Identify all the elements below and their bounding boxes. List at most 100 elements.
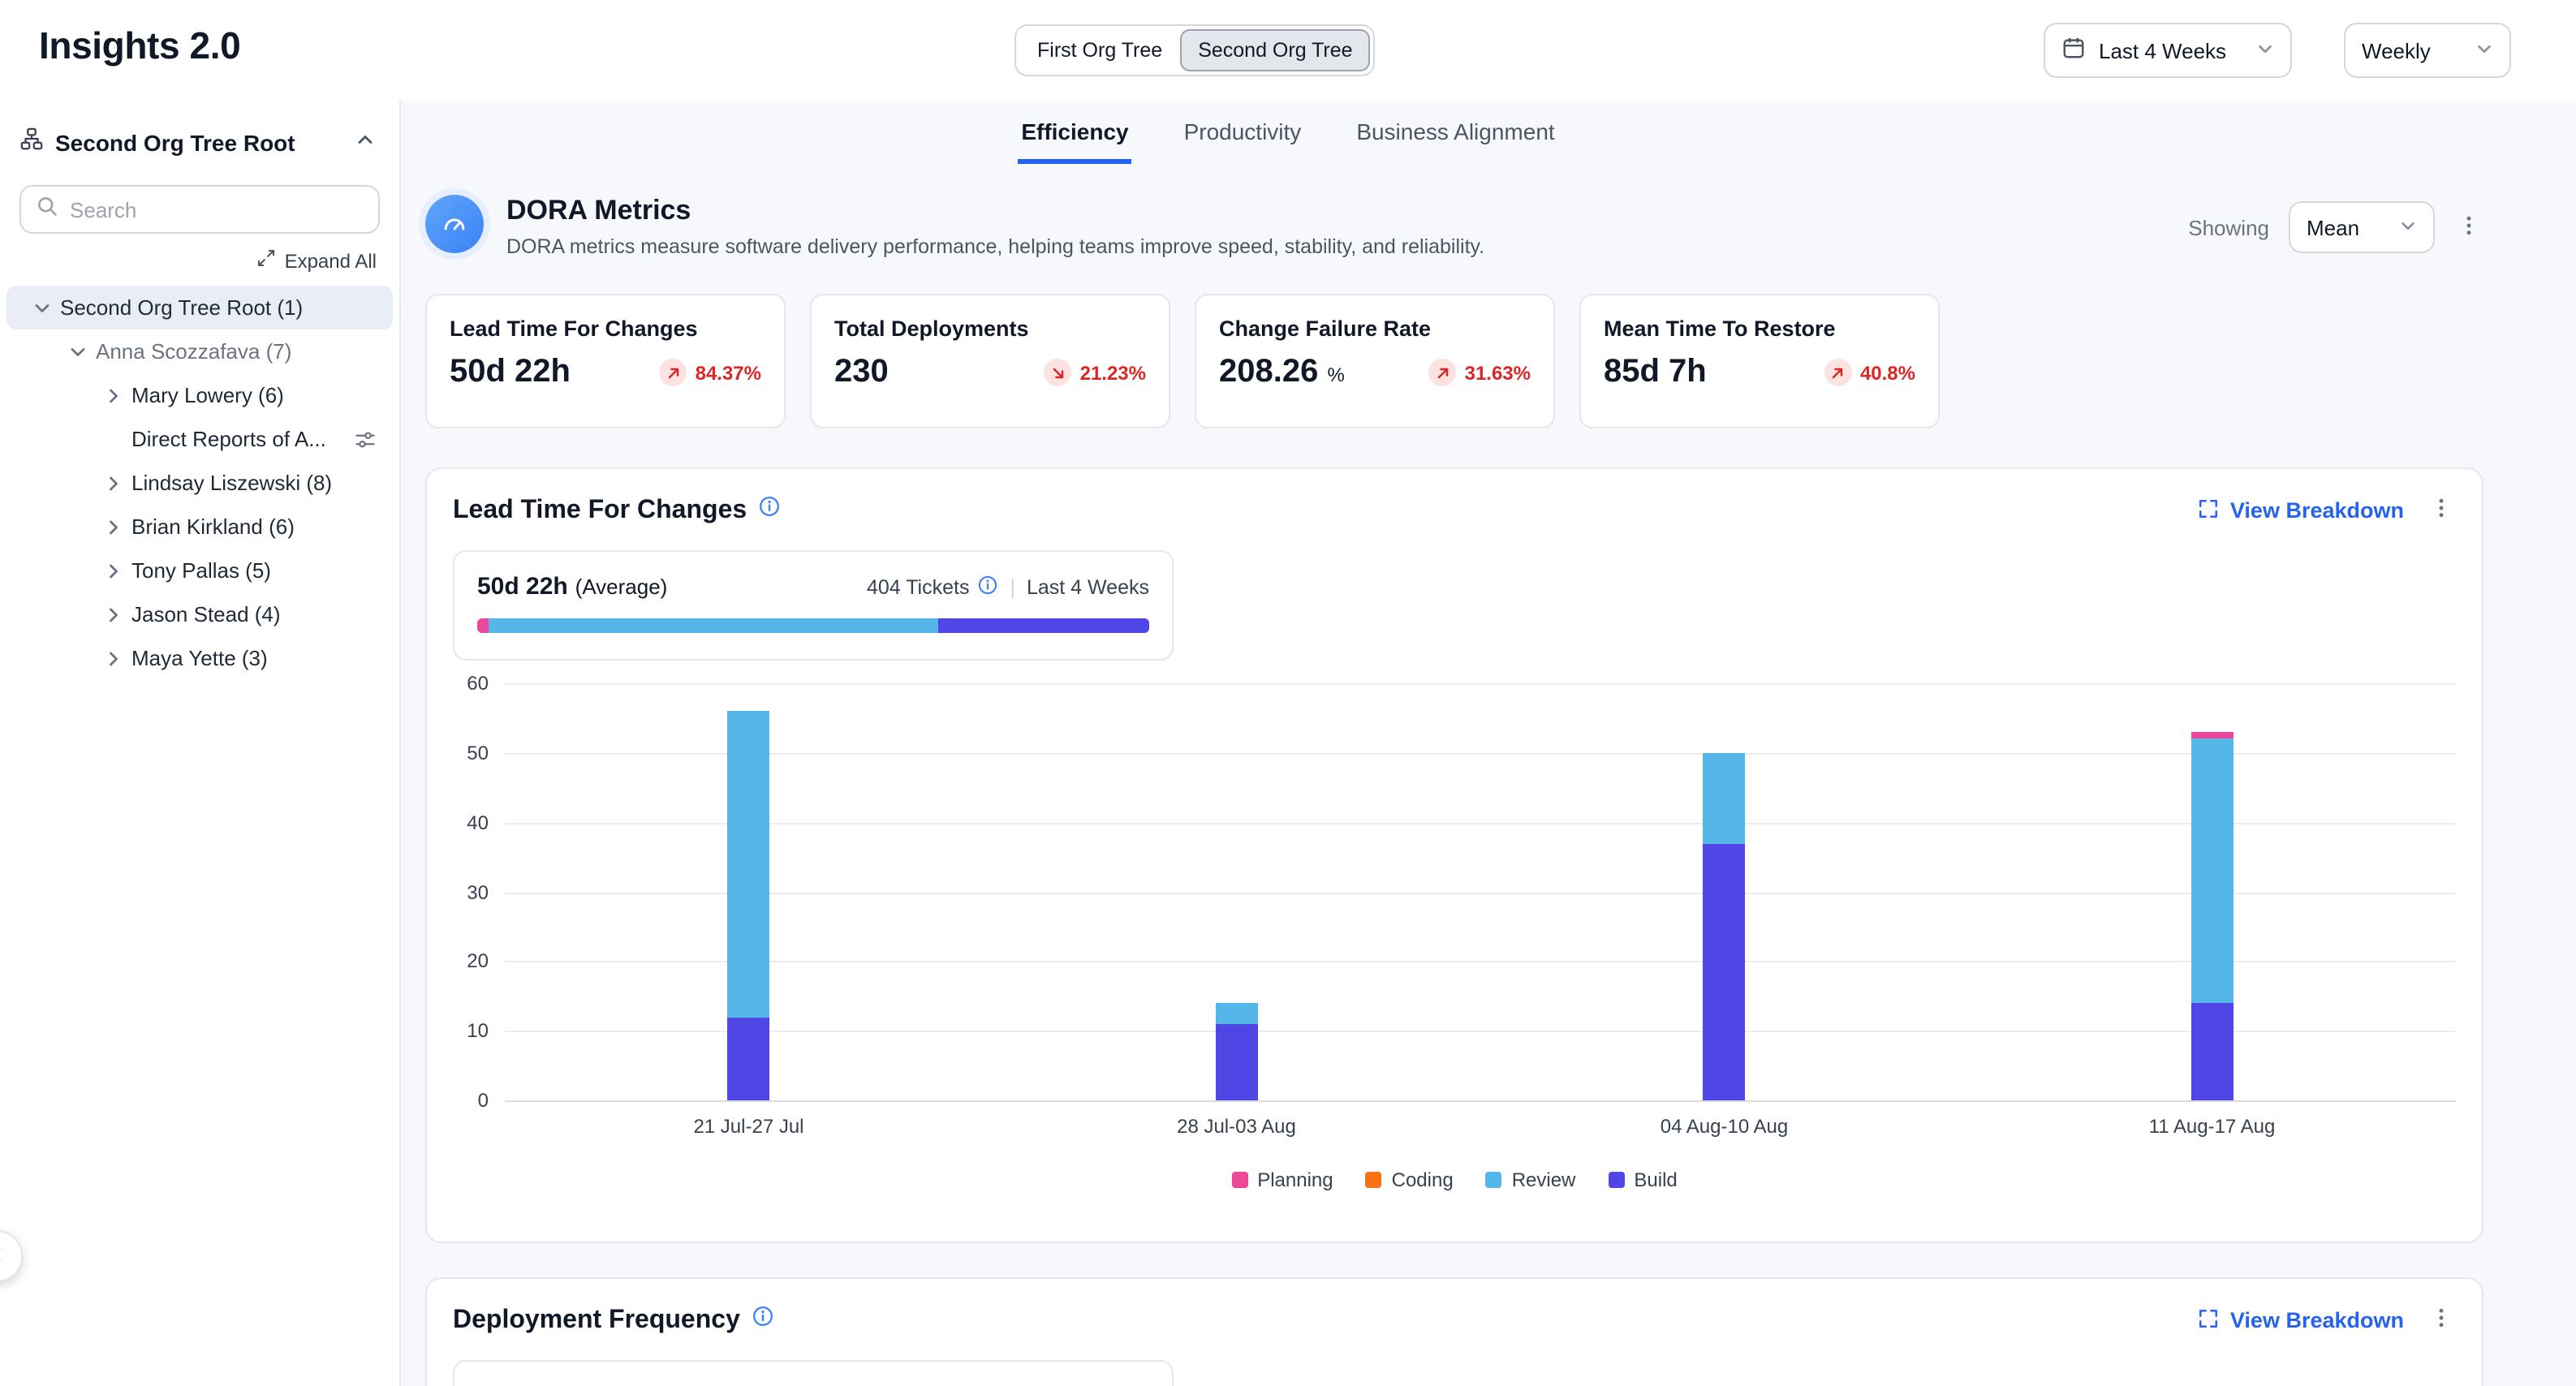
stacked-bar-28-jul-03-aug[interactable] bbox=[1216, 1003, 1258, 1100]
view-breakdown-label: View Breakdown bbox=[2230, 1308, 2404, 1332]
expand-all-button[interactable]: Expand All bbox=[0, 234, 399, 273]
tree-item-anna-scozzafava-7[interactable]: Anna Scozzafava (7) bbox=[6, 329, 393, 373]
metric-value: 230 bbox=[834, 354, 889, 391]
y-axis-tick: 20 bbox=[467, 950, 489, 973]
bar-segment-review bbox=[2191, 739, 2234, 1004]
tree-item-label: Jason Stead (4) bbox=[131, 602, 281, 626]
trend-up-icon bbox=[660, 359, 687, 386]
chevron-right-icon[interactable] bbox=[101, 514, 127, 540]
chevron-down-icon bbox=[2256, 38, 2274, 62]
metric-card-change-failure-rate: Change Failure Rate208.26 %31.63% bbox=[1195, 294, 1555, 428]
legend-item-review[interactable]: Review bbox=[1486, 1169, 1576, 1191]
metric-value: 50d 22h bbox=[450, 354, 571, 391]
y-axis-tick: 50 bbox=[467, 742, 489, 764]
org-toggle-first-org-tree[interactable]: First Org Tree bbox=[1019, 29, 1180, 71]
tree-item-mary-lowery-6[interactable]: Mary Lowery (6) bbox=[6, 373, 393, 417]
tree-item-brian-kirkland-6[interactable]: Brian Kirkland (6) bbox=[6, 505, 393, 549]
tree-item-label: Direct Reports of A... bbox=[131, 427, 326, 451]
tree-item-label: Anna Scozzafava (7) bbox=[96, 339, 291, 364]
tree-item-maya-yette-3[interactable]: Maya Yette (3) bbox=[6, 636, 393, 680]
metric-card-mean-time-to-restore: Mean Time To Restore85d 7h40.8% bbox=[1579, 294, 1940, 428]
tree-item-second-org-tree-root-1[interactable]: Second Org Tree Root (1) bbox=[6, 286, 393, 329]
info-icon[interactable] bbox=[752, 1305, 774, 1336]
tab-business-alignment[interactable]: Business Alignment bbox=[1353, 101, 1557, 164]
chevron-right-icon[interactable] bbox=[101, 470, 127, 496]
gridline bbox=[505, 1100, 2456, 1102]
chevron-right-icon[interactable] bbox=[101, 382, 127, 408]
stacked-bar-04-aug-10-aug[interactable] bbox=[1704, 753, 1746, 1100]
tree-item-label: Mary Lowery (6) bbox=[131, 383, 284, 407]
y-axis-tick: 40 bbox=[467, 811, 489, 833]
metric-value: 208.26 % bbox=[1219, 354, 1345, 391]
metric-delta-value: 84.37% bbox=[696, 361, 761, 384]
showing-select[interactable]: Mean bbox=[2289, 201, 2435, 253]
view-breakdown-button[interactable]: View Breakdown bbox=[2198, 497, 2404, 523]
metric-title: Mean Time To Restore bbox=[1604, 316, 1915, 341]
metric-delta: 31.63% bbox=[1429, 359, 1531, 386]
dora-subtitle: DORA metrics measure software delivery p… bbox=[506, 235, 2188, 258]
deployment-panel-header: Deployment Frequency View Breakdown bbox=[453, 1303, 2456, 1337]
stacked-bar-11-aug-17-aug[interactable] bbox=[2191, 732, 2234, 1100]
legend-item-coding[interactable]: Coding bbox=[1366, 1169, 1454, 1191]
chevron-left-icon bbox=[0, 1242, 8, 1270]
chart-legend: Planning Coding Review Build bbox=[453, 1169, 2456, 1191]
chevron-spacer bbox=[101, 426, 127, 452]
lead-time-panel-header: Lead Time For Changes View Breakdown bbox=[453, 493, 2456, 527]
stacked-bar-21-jul-27-jul[interactable] bbox=[728, 711, 770, 1100]
chevron-right-icon[interactable] bbox=[101, 645, 127, 671]
lead-time-summary-card: 50d 22h (Average) 404 Tickets | Last 4 W… bbox=[453, 550, 1174, 661]
y-axis: 0102030405060 bbox=[453, 683, 505, 1100]
average-value-group: 50d 22h (Average) bbox=[477, 573, 667, 602]
deployment-summary-card bbox=[453, 1360, 1174, 1386]
kebab-icon bbox=[2430, 1306, 2453, 1334]
lead-time-menu-button[interactable] bbox=[2427, 493, 2456, 527]
search-icon bbox=[36, 194, 58, 225]
date-range-value: Last 4 Weeks bbox=[2099, 38, 2243, 62]
legend-swatch bbox=[1231, 1172, 1247, 1188]
dora-menu-button[interactable] bbox=[2454, 210, 2483, 244]
info-icon[interactable] bbox=[977, 575, 998, 600]
tab-efficiency[interactable]: Efficiency bbox=[1018, 101, 1131, 164]
trend-down-icon bbox=[1045, 359, 1072, 386]
tree-item-direct-reports-of-a[interactable]: Direct Reports of A... bbox=[6, 417, 393, 461]
x-axis: 21 Jul-27 Jul28 Jul-03 Aug04 Aug-10 Aug1… bbox=[505, 1115, 2456, 1138]
app-root: Insights 2.0 First Org TreeSecond Org Tr… bbox=[0, 0, 2576, 1386]
tab-productivity[interactable]: Productivity bbox=[1181, 101, 1305, 164]
chevron-right-icon[interactable] bbox=[101, 557, 127, 583]
bar-column-28-jul-03-aug bbox=[993, 683, 1480, 1100]
mini-bar-segment-review bbox=[488, 618, 937, 633]
mini-bar-segment-planning bbox=[477, 618, 488, 633]
metric-delta: 21.23% bbox=[1045, 359, 1146, 386]
search-input[interactable] bbox=[70, 197, 364, 222]
sliders-icon[interactable] bbox=[354, 428, 377, 450]
average-label: (Average) bbox=[575, 575, 668, 599]
chevron-down-icon[interactable] bbox=[65, 338, 91, 364]
y-axis-tick: 30 bbox=[467, 880, 489, 903]
bar-segment-build bbox=[1216, 1024, 1258, 1100]
top-right-controls: Last 4 Weeks Weekly bbox=[2044, 23, 2511, 78]
legend-swatch bbox=[1486, 1172, 1502, 1188]
bar-segment-review bbox=[1216, 1003, 1258, 1024]
bar-segment-build bbox=[1704, 843, 1746, 1100]
legend-item-build[interactable]: Build bbox=[1608, 1169, 1677, 1191]
bar-segment-planning bbox=[2191, 732, 2234, 739]
tree-item-jason-stead-4[interactable]: Jason Stead (4) bbox=[6, 592, 393, 636]
lead-time-panel: Lead Time For Changes View Breakdown 50d… bbox=[425, 467, 2483, 1243]
tree-item-lindsay-liszewski-8[interactable]: Lindsay Liszewski (8) bbox=[6, 461, 393, 505]
chevron-down-icon[interactable] bbox=[29, 295, 55, 321]
deployment-menu-button[interactable] bbox=[2427, 1303, 2456, 1337]
view-breakdown-button[interactable]: View Breakdown bbox=[2198, 1307, 2404, 1333]
granularity-select[interactable]: Weekly bbox=[2344, 23, 2511, 78]
chevron-right-icon[interactable] bbox=[101, 601, 127, 627]
date-range-select[interactable]: Last 4 Weeks bbox=[2044, 23, 2292, 78]
info-icon[interactable] bbox=[758, 495, 781, 526]
trend-up-icon bbox=[1824, 359, 1852, 386]
legend-item-planning[interactable]: Planning bbox=[1231, 1169, 1333, 1191]
x-axis-label: 04 Aug-10 Aug bbox=[1480, 1115, 1968, 1138]
x-axis-label: 28 Jul-03 Aug bbox=[993, 1115, 1480, 1138]
org-toggle-second-org-tree[interactable]: Second Org Tree bbox=[1180, 29, 1370, 71]
search-box bbox=[19, 185, 380, 234]
top-bar: Insights 2.0 First Org TreeSecond Org Tr… bbox=[0, 0, 2576, 101]
divider: | bbox=[1010, 576, 1015, 599]
tree-item-tony-pallas-5[interactable]: Tony Pallas (5) bbox=[6, 549, 393, 592]
